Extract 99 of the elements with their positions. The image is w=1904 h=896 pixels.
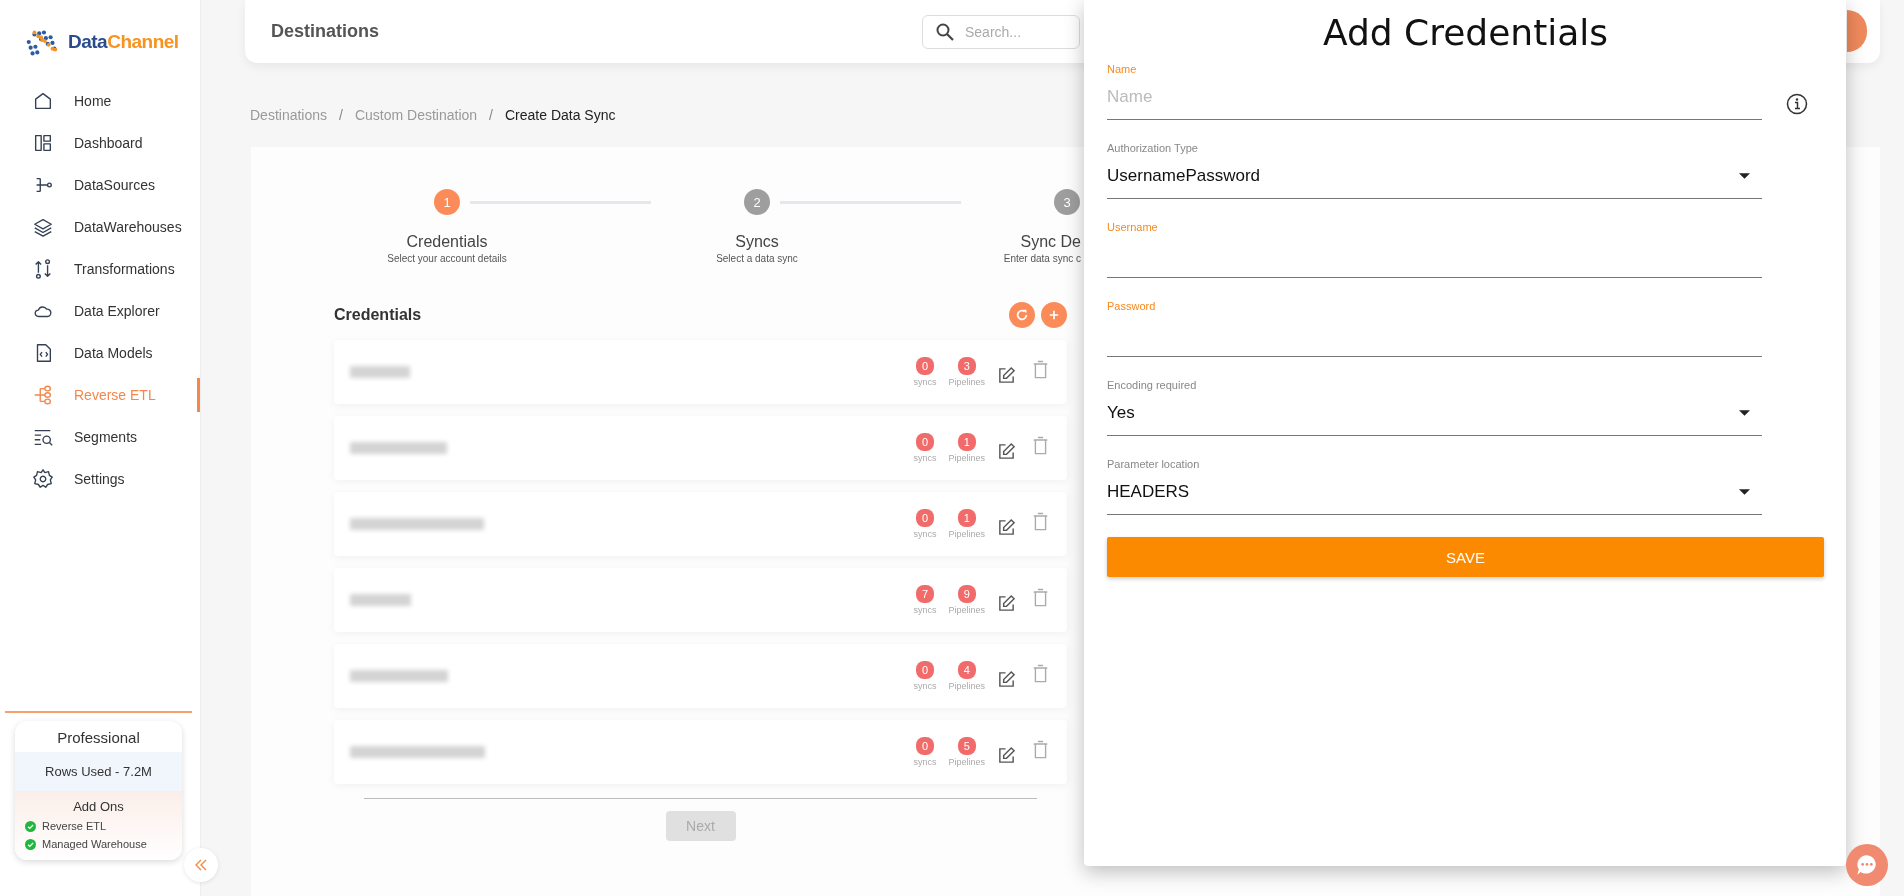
layers-icon xyxy=(32,216,54,238)
edit-icon[interactable] xyxy=(997,593,1016,613)
logo-text: DataChannel xyxy=(68,31,179,53)
syncs-count: 0 xyxy=(915,433,934,451)
select-field[interactable]: UsernamePassword xyxy=(1107,154,1762,199)
field-label: Parameter location xyxy=(1107,458,1201,470)
syncs-count: 0 xyxy=(915,509,934,527)
trash-icon[interactable] xyxy=(1032,740,1049,760)
caret-icon xyxy=(1739,173,1750,179)
edit-icon[interactable] xyxy=(997,441,1016,461)
plan-title: Professional xyxy=(56,728,141,748)
field-label: Encoding required xyxy=(1107,379,1198,391)
sidebar-item[interactable]: DataWarehouses xyxy=(0,206,200,248)
pipelines-count: 3 xyxy=(957,357,976,375)
sidebar-item[interactable]: Settings xyxy=(0,458,200,500)
step-number: 1 xyxy=(434,189,460,215)
step-subtitle: Enter data sync c xyxy=(1003,253,1081,264)
syncs-count: 0 xyxy=(915,737,934,755)
stat-label: syncs xyxy=(913,757,937,767)
tree-icon xyxy=(32,384,54,406)
field-label: Password xyxy=(1107,300,1157,312)
gear-icon xyxy=(32,468,54,490)
info-icon[interactable] xyxy=(1786,93,1808,115)
step-subtitle: Select your account details xyxy=(386,253,508,264)
step-number: 3 xyxy=(1054,189,1080,215)
stat-label: syncs xyxy=(913,453,937,463)
step-title: Credentials xyxy=(405,233,489,251)
pipelines-count: 1 xyxy=(957,509,976,527)
trash-icon[interactable] xyxy=(1032,664,1049,684)
trash-icon[interactable] xyxy=(1032,436,1049,456)
addons-title: Add Ons xyxy=(72,799,125,814)
sidebar-item[interactable]: Transformations xyxy=(0,248,200,290)
field-label: Name xyxy=(1107,63,1138,75)
stat-label: Pipelines xyxy=(948,453,985,463)
panel-title: Add Credentials xyxy=(1321,12,1610,53)
step-title: Sync De xyxy=(1020,233,1081,251)
sidebar-item[interactable]: Data Models xyxy=(0,332,200,374)
edit-icon[interactable] xyxy=(997,669,1016,689)
refresh-button[interactable] xyxy=(1009,302,1035,328)
addon-label: Managed Warehouse xyxy=(42,838,147,850)
stat-label: Pipelines xyxy=(948,377,985,387)
section-title: Credentials xyxy=(334,306,423,324)
collapse-button[interactable] xyxy=(184,848,218,882)
field-label: Username xyxy=(1107,221,1159,233)
field-label: Authorization Type xyxy=(1107,142,1199,154)
plus-icon xyxy=(1049,310,1059,320)
sidebar-item[interactable]: DataSources xyxy=(0,164,200,206)
trash-icon[interactable] xyxy=(1032,360,1049,380)
stat-label: syncs xyxy=(913,529,937,539)
pipelines-count: 4 xyxy=(957,661,976,679)
trash-icon[interactable] xyxy=(1032,588,1049,608)
breadcrumb-link[interactable]: Create Data Sync xyxy=(505,107,616,123)
rows-used-text: Rows Used - 7.2M xyxy=(15,752,182,791)
add-button[interactable] xyxy=(1041,302,1067,328)
pipelines-count: 5 xyxy=(957,737,976,755)
search-input[interactable]: Search... xyxy=(965,23,1065,40)
edit-icon[interactable] xyxy=(997,365,1016,385)
sidebar-item[interactable]: Dashboard xyxy=(0,122,200,164)
select-field[interactable]: Yes xyxy=(1107,391,1762,436)
stat-label: Pipelines xyxy=(948,681,985,691)
sidebar-item[interactable]: Data Explorer xyxy=(0,290,200,332)
stat-label: syncs xyxy=(913,377,937,387)
trash-icon[interactable] xyxy=(1032,512,1049,532)
blurred-text xyxy=(350,366,410,378)
sidebar-item[interactable]: Segments xyxy=(0,416,200,458)
edit-icon[interactable] xyxy=(997,745,1016,765)
check-circle-icon xyxy=(25,838,36,850)
double-chevron-left-icon xyxy=(193,857,209,873)
refresh-icon xyxy=(1015,308,1029,322)
syncs-count: 0 xyxy=(915,357,934,375)
caret-icon xyxy=(1739,410,1750,416)
stat-label: Pipelines xyxy=(948,529,985,539)
step-subtitle: Select a data sync xyxy=(715,253,799,264)
sidebar-item[interactable]: Home xyxy=(0,80,200,122)
page-title: Destinations xyxy=(271,21,381,42)
avatar-shape[interactable] xyxy=(1847,10,1867,52)
stat-label: syncs xyxy=(913,681,937,691)
step-title: Syncs xyxy=(734,233,780,251)
stat-label: syncs xyxy=(913,605,937,615)
check-circle-icon xyxy=(25,820,36,832)
pipelines-count: 1 xyxy=(957,433,976,451)
stat-label: Pipelines xyxy=(948,757,985,767)
breadcrumb-separator: / xyxy=(339,107,343,123)
syncs-count: 7 xyxy=(915,585,934,603)
stat-label: Pipelines xyxy=(948,605,985,615)
layout-icon xyxy=(32,132,54,154)
house-icon xyxy=(32,90,54,112)
select-field[interactable]: HEADERS xyxy=(1107,470,1762,515)
syncs-count: 0 xyxy=(915,661,934,679)
search-icon xyxy=(935,21,955,42)
edit-icon[interactable] xyxy=(997,517,1016,537)
input-field[interactable]: Name xyxy=(1107,75,1762,120)
caret-icon xyxy=(1739,489,1750,495)
step-number: 2 xyxy=(744,189,770,215)
pipelines-count: 9 xyxy=(957,585,976,603)
blurred-text xyxy=(350,594,411,606)
search-field[interactable]: Search... xyxy=(922,14,1080,49)
breadcrumb-separator: / xyxy=(489,107,493,123)
addon-label: Reverse ETL xyxy=(42,820,107,832)
